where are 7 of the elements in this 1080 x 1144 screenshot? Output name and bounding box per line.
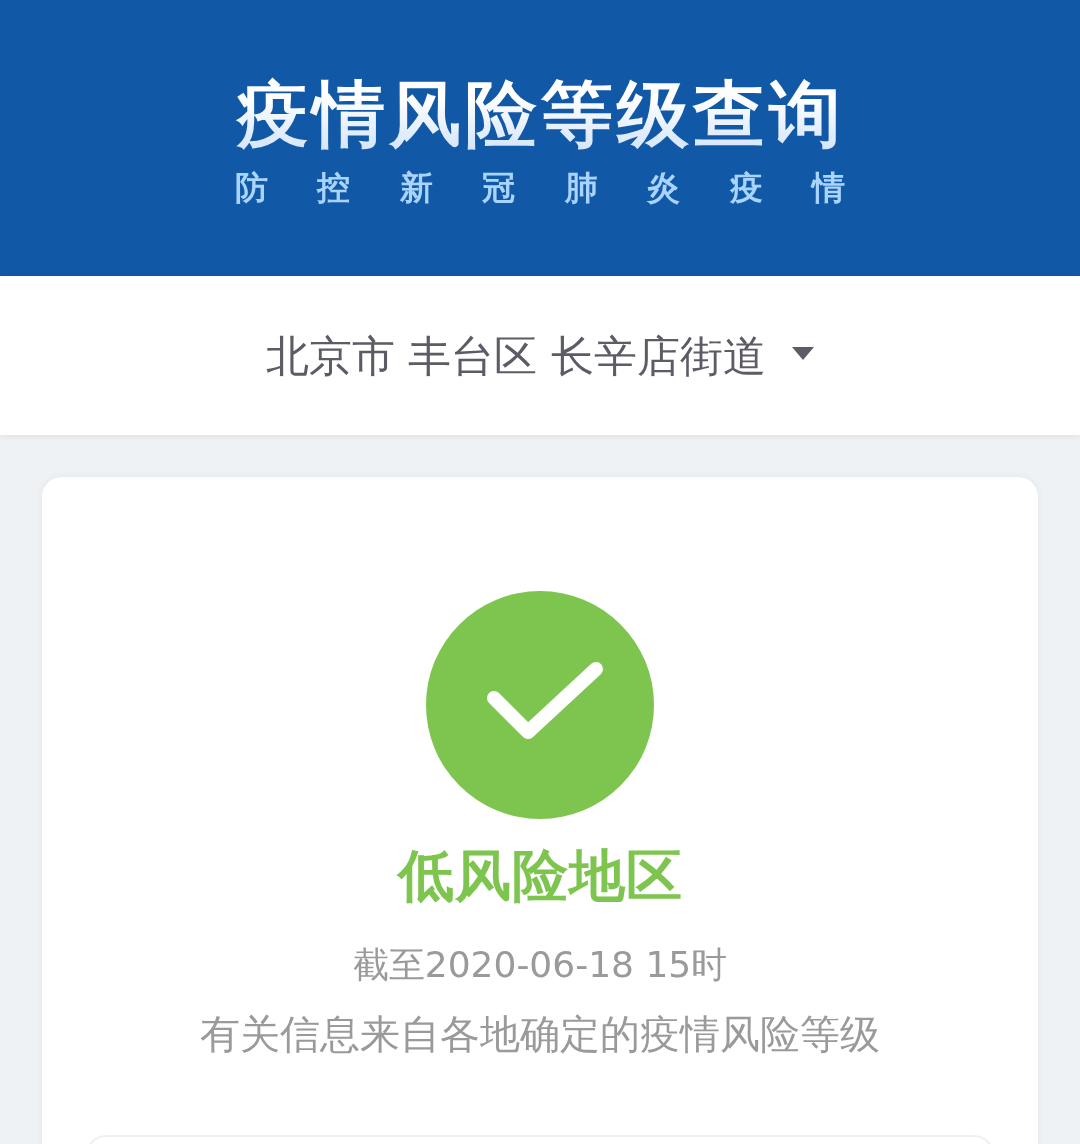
risk-status: 低风险地区 (397, 842, 683, 910)
location-dropdown[interactable]: 北京市 丰台区 长辛店街道 (265, 323, 815, 388)
update-time: 截至2020-06-18 15时 (352, 943, 728, 987)
location-text: 北京市 丰台区 长辛店街道 (265, 329, 767, 383)
page-subtitle: 防控新冠肺炎疫情 (235, 168, 845, 208)
caret-icon (792, 347, 815, 360)
source-note: 有关信息来自各地确定的疫情风险等级 (200, 1010, 880, 1059)
